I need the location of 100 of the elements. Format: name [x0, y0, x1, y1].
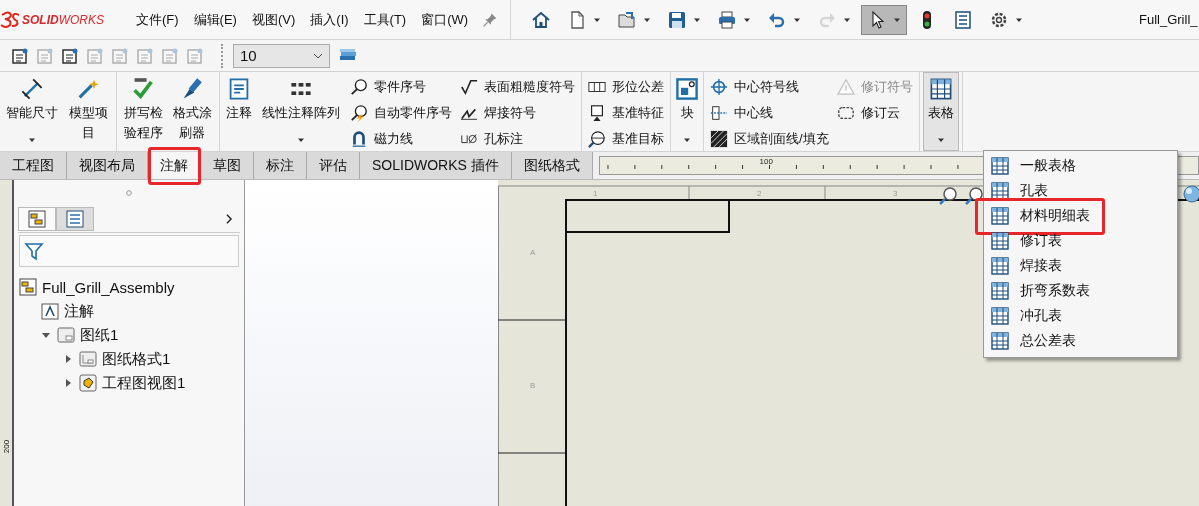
menu-item[interactable]: 总公差表 — [984, 328, 1177, 353]
panel-tab[interactable] — [56, 207, 94, 231]
zoom-to-fit-icon[interactable] — [939, 187, 957, 205]
ribbon-button[interactable]: 自动零件序号 — [350, 102, 452, 124]
menu-item[interactable]: 插入(I) — [310, 10, 349, 29]
open-folder-icon — [617, 9, 638, 30]
ribbon-button[interactable]: 块 — [674, 72, 700, 151]
bill-of-materials-icon — [990, 205, 1010, 226]
tolerance-table-icon — [990, 330, 1010, 351]
ribbon-button[interactable]: 注释 — [223, 72, 255, 151]
tree-item[interactable]: Full_Grill_Assembly — [18, 275, 240, 299]
centerline-icon — [710, 104, 728, 122]
pin-icon — [482, 11, 499, 28]
sheet-format-icon — [78, 349, 98, 369]
zoom-area-icon[interactable] — [965, 187, 983, 205]
menu-item[interactable]: 编辑(E) — [193, 10, 237, 29]
zone-label: A — [530, 248, 536, 257]
menu-item[interactable]: 一般表格 — [984, 153, 1177, 178]
ribbon-button[interactable]: 基准特征 — [588, 102, 664, 124]
punch-table-icon — [990, 305, 1010, 326]
hatch-icon — [710, 130, 728, 148]
menu-item[interactable]: 材料明细表 — [984, 203, 1177, 228]
logo-icon — [0, 9, 20, 30]
revision-table-icon — [990, 230, 1010, 251]
ribbon-button[interactable]: 拼写检验程序 — [120, 72, 166, 151]
weld-table-icon — [990, 255, 1010, 276]
ribbon-button[interactable]: 基准目标 — [588, 128, 664, 150]
drawing-view-icon — [78, 373, 98, 393]
ribbon-button[interactable]: 中心线 — [710, 102, 829, 124]
tab[interactable]: 工程图 — [0, 152, 67, 179]
menu-item[interactable]: 视图(V) — [251, 10, 296, 29]
ruler-label: 200 — [2, 439, 12, 454]
panel-tab[interactable] — [18, 207, 56, 231]
zone-label: 2 — [757, 189, 762, 198]
surface-finish-icon — [460, 78, 478, 96]
ribbon-button[interactable]: 模型项目 — [63, 72, 113, 151]
caret-icon[interactable] — [297, 136, 305, 144]
datum-icon — [588, 104, 606, 122]
block-icon — [675, 77, 699, 101]
expand-arrow-icon[interactable] — [64, 355, 72, 363]
tree-item[interactable]: 图纸格式1 — [62, 347, 240, 371]
home-icon — [531, 9, 552, 30]
feature-tree-icon — [27, 209, 47, 229]
dimension-icon — [20, 77, 44, 101]
property-list-icon — [65, 209, 85, 229]
balloon-lightning-icon — [350, 104, 368, 122]
tree-item[interactable]: 注解 — [40, 299, 240, 323]
caret-icon[interactable] — [683, 136, 691, 144]
toolbar-button[interactable] — [861, 4, 908, 35]
warning-triangle-icon — [836, 78, 855, 96]
tab[interactable]: 草图 — [201, 152, 254, 179]
list-icon — [953, 9, 974, 30]
zone-label: B — [530, 381, 536, 390]
tree-item[interactable]: 图纸1 — [40, 323, 240, 347]
app-logo-text: SOLIDWORKS — [22, 12, 104, 27]
ribbon-button[interactable]: 智能尺寸 — [3, 72, 61, 151]
ribbon-button[interactable]: 表格 — [922, 72, 959, 151]
magnet-icon — [350, 130, 368, 148]
menu-item[interactable]: 修订表 — [984, 228, 1177, 253]
caret-icon[interactable] — [28, 136, 36, 144]
menu-item[interactable]: 工具(T) — [363, 10, 407, 29]
tab[interactable]: 评估 — [307, 152, 360, 179]
sheet-icon — [56, 325, 76, 345]
menu-item[interactable]: 折弯系数表 — [984, 278, 1177, 303]
grip-icon[interactable] — [126, 190, 132, 196]
filter-icon — [24, 241, 44, 261]
tab[interactable]: 视图布局 — [67, 152, 148, 179]
tab[interactable]: 标注 — [254, 152, 307, 179]
menu-item[interactable]: 文件(F) — [136, 10, 179, 29]
tree-item[interactable]: 工程图视图1 — [62, 371, 240, 395]
ribbon-button[interactable]: 焊接符号 — [460, 102, 575, 124]
filter-field[interactable] — [19, 235, 239, 267]
chevron-down-icon — [313, 51, 323, 60]
ribbon-button[interactable]: 磁力线 — [350, 128, 452, 150]
ribbon-button[interactable]: 零件序号 — [350, 76, 452, 98]
expand-arrow-icon[interactable] — [64, 379, 72, 387]
menu-item[interactable]: 窗口(W) — [421, 10, 469, 29]
table-icon — [928, 77, 953, 101]
annotation-folder-icon — [40, 301, 60, 321]
ribbon-button[interactable]: 孔标注 — [460, 128, 575, 150]
note-icon — [227, 77, 251, 101]
caret-icon[interactable] — [936, 136, 945, 144]
ribbon-button[interactable]: 修订云 — [836, 102, 913, 124]
ribbon-button[interactable]: 中心符号线 — [710, 76, 829, 98]
ribbon-button[interactable]: 形位公差 — [588, 76, 664, 98]
menu-item[interactable]: 冲孔表 — [984, 303, 1177, 328]
document-title: Full_Grill_ — [1138, 12, 1199, 27]
ribbon-button[interactable]: 表面粗糙度符号 — [460, 76, 575, 98]
zone-label: 1 — [593, 189, 598, 198]
datum-target-icon — [588, 130, 606, 148]
ribbon-button[interactable]: 线性注释阵列 — [257, 72, 345, 151]
font-size-dropdown[interactable]: 10 — [233, 43, 330, 68]
tab[interactable]: 图纸格式 — [511, 152, 593, 179]
ribbon-button[interactable]: 区域剖面线/填充 — [710, 128, 829, 150]
ribbon-button[interactable]: 格式涂刷器 — [168, 72, 216, 151]
crosshair-icon — [710, 78, 728, 96]
printer-icon — [717, 9, 738, 30]
menu-item[interactable]: 焊接表 — [984, 253, 1177, 278]
tab[interactable]: SOLIDWORKS 插件 — [360, 152, 512, 179]
expand-arrow-icon[interactable] — [42, 331, 50, 339]
